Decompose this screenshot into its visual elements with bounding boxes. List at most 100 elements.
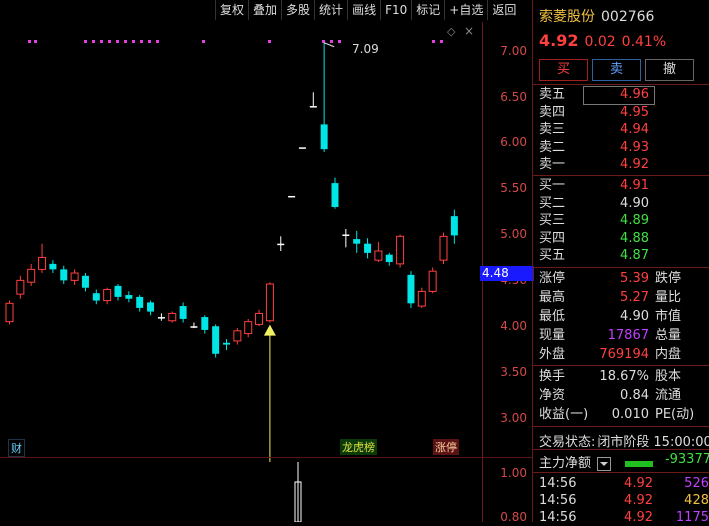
candle[interactable] — [38, 243, 47, 274]
candle[interactable] — [353, 230, 361, 253]
candle[interactable] — [265, 282, 274, 323]
ask-row[interactable]: 卖一 4.92 — [539, 156, 705, 174]
axis-tick: 6.50 — [500, 90, 527, 104]
candlestick-plot[interactable] — [0, 22, 480, 462]
ask-row[interactable]: 卖二 4.93 — [539, 139, 705, 157]
candle[interactable] — [201, 315, 209, 334]
stats-block-2: 换手 18.67% 股本 净资 0.84 流通 收益(一) 0.010 PE(动) — [539, 367, 709, 424]
ask-label: 卖三 — [539, 122, 566, 137]
candle[interactable] — [374, 241, 383, 263]
dragon-tiger-tag[interactable]: 龙虎榜 — [340, 439, 377, 455]
candle[interactable] — [255, 309, 264, 327]
candle-body — [103, 289, 112, 302]
financial-report-tag[interactable]: 财 — [8, 439, 25, 457]
candle[interactable] — [103, 287, 112, 305]
signal-dot — [140, 40, 143, 43]
multi-stock-button[interactable]: 多股 — [281, 0, 314, 20]
stat-value: 0.84 — [620, 388, 649, 403]
stat-value: 17867 — [607, 328, 649, 343]
candle[interactable] — [92, 289, 100, 305]
divider — [533, 449, 709, 450]
ask-price: 4.93 — [620, 139, 649, 155]
candle[interactable] — [125, 291, 133, 303]
axis-tick: 3.50 — [500, 365, 527, 379]
ask-row[interactable]: 卖四 4.95 — [539, 104, 705, 122]
candle[interactable] — [114, 284, 122, 301]
candle[interactable] — [16, 275, 25, 299]
candle[interactable] — [439, 232, 448, 264]
main-net-flow[interactable]: 主力净额 -93377 — [539, 452, 709, 471]
bid-row[interactable]: 买二 4.90 — [539, 195, 705, 213]
stat-label: 换手 — [539, 369, 566, 384]
sell-button[interactable]: 卖 — [592, 59, 641, 81]
candle[interactable] — [298, 147, 306, 149]
candle[interactable] — [288, 195, 296, 198]
candle[interactable] — [190, 322, 198, 329]
candle[interactable] — [147, 300, 155, 316]
bid-row[interactable]: 买五 4.87 — [539, 247, 705, 265]
candle[interactable] — [277, 236, 285, 252]
candle[interactable] — [331, 177, 339, 209]
candle[interactable] — [364, 238, 372, 259]
candle-body — [70, 272, 79, 281]
bid-label: 买三 — [539, 213, 566, 228]
candle[interactable] — [233, 328, 242, 345]
candle-body — [49, 263, 57, 270]
bid-label: 买四 — [539, 230, 566, 246]
tick-row: 14:56 4.92 1175 — [539, 509, 709, 526]
bid-row[interactable]: 买三 4.89 — [539, 212, 705, 230]
candle[interactable] — [342, 228, 350, 248]
candle[interactable] — [450, 209, 458, 244]
candle[interactable] — [396, 234, 405, 268]
candle[interactable] — [157, 313, 165, 321]
candle[interactable] — [49, 260, 57, 274]
f10-button[interactable]: F10 — [380, 0, 411, 20]
candle[interactable] — [27, 263, 36, 286]
candle[interactable] — [5, 300, 14, 325]
candle[interactable] — [223, 339, 230, 351]
last-price: 4.92 — [539, 31, 579, 50]
kline-chart-area[interactable]: 复权 叠加 多股 统计 画线 F10 标记 +自选 返回 ◇ × 7.09 7.… — [0, 0, 534, 524]
signal-dot — [124, 40, 127, 43]
diamond-icon[interactable]: ◇ — [447, 25, 455, 38]
candle[interactable] — [244, 318, 253, 338]
ask-row[interactable]: 卖五 4.96 — [539, 86, 705, 104]
tick-time: 14:56 — [539, 476, 577, 491]
candle[interactable] — [212, 324, 220, 358]
flow-dropdown-icon[interactable] — [597, 456, 612, 471]
bid-row[interactable]: 买一 4.91 — [539, 177, 705, 195]
candle[interactable] — [70, 269, 79, 285]
signal-dot — [92, 40, 95, 43]
cancel-order-button[interactable]: 撤 — [645, 59, 694, 81]
candle[interactable] — [81, 273, 89, 292]
candle[interactable] — [60, 265, 68, 285]
mark-button[interactable]: 标记 — [411, 0, 444, 20]
candle[interactable] — [168, 311, 177, 323]
ask-row[interactable]: 卖三 4.94 — [539, 121, 705, 139]
overlay-button[interactable]: 叠加 — [248, 0, 281, 20]
stat-value: 0.010 — [611, 407, 649, 422]
bid-row[interactable]: 买四 4.88 — [539, 230, 705, 248]
divider — [533, 365, 709, 366]
candle-body — [320, 124, 328, 150]
divider — [533, 267, 709, 268]
candle[interactable] — [428, 267, 437, 294]
candle[interactable] — [407, 271, 415, 308]
candle[interactable] — [136, 295, 144, 312]
statistics-button[interactable]: 统计 — [314, 0, 347, 20]
candle-body — [255, 312, 264, 325]
draw-line-button[interactable]: 画线 — [347, 0, 380, 20]
stat-label: 总量 — [655, 328, 682, 343]
candle[interactable] — [320, 42, 328, 152]
candle[interactable] — [385, 252, 393, 266]
candle[interactable] — [179, 302, 187, 323]
fuquan-button[interactable]: 复权 — [215, 0, 248, 20]
candle-body — [114, 285, 122, 297]
back-button[interactable]: 返回 — [487, 0, 520, 20]
close-icon[interactable]: × — [464, 24, 474, 38]
add-watchlist-button[interactable]: +自选 — [444, 0, 487, 20]
candle[interactable] — [417, 287, 426, 308]
candle[interactable] — [309, 92, 317, 108]
limit-up-tag[interactable]: 涨停 — [433, 439, 459, 455]
buy-button[interactable]: 买 — [539, 59, 588, 81]
